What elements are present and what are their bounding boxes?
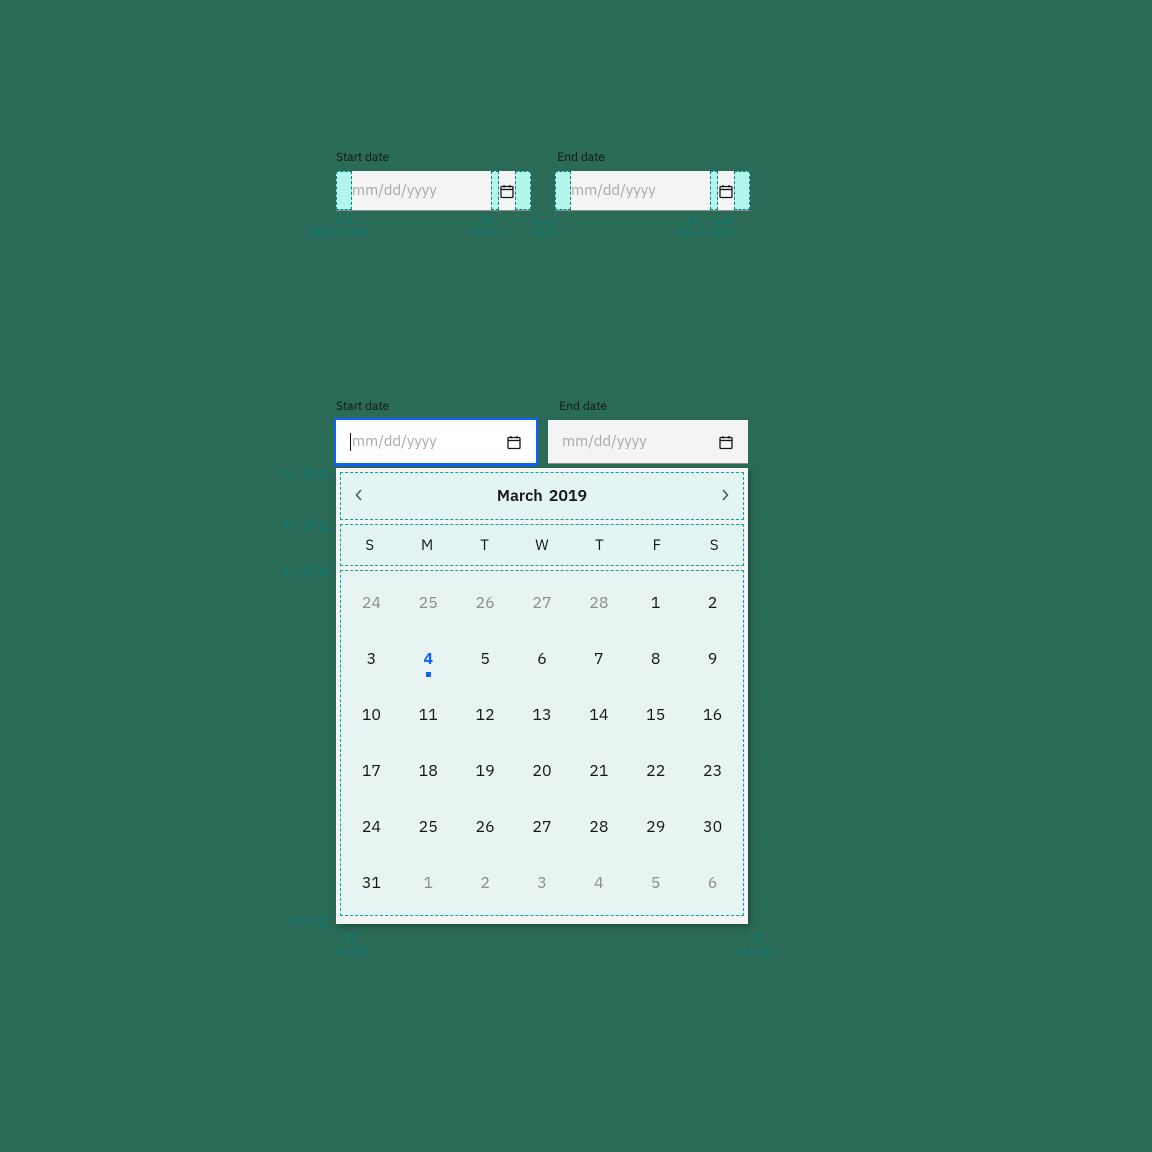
end-date-label: End date xyxy=(557,150,605,165)
calendar-day[interactable]: 6 xyxy=(514,631,571,687)
calendar-day[interactable]: 24 xyxy=(343,575,400,631)
calendar-day[interactable]: 15 xyxy=(627,687,684,743)
dimension-annotations: 16px/1rem 8/.5 16/1 8/.5 16/1 xyxy=(336,215,751,239)
start-date-input-spec: mm/dd/yyyy xyxy=(336,171,531,211)
calendar-day[interactable]: 11 xyxy=(400,687,457,743)
placeholder-text: mm/dd/yyyy xyxy=(352,432,506,451)
calendar-day[interactable]: 1 xyxy=(627,575,684,631)
padding-right-highlight xyxy=(734,171,750,210)
calendar-day[interactable]: 25 xyxy=(400,799,457,855)
padding-left-highlight xyxy=(336,171,352,210)
padding-right-highlight xyxy=(515,171,531,210)
measure-row-gap-1: 4/.25 xyxy=(283,467,336,481)
calendar-day[interactable]: 5 xyxy=(457,631,514,687)
calendar-header: March 2019 xyxy=(340,472,744,520)
weekday-label: M xyxy=(398,536,455,555)
month-label: March xyxy=(497,486,543,506)
weekday-label: W xyxy=(513,536,570,555)
start-date-input[interactable]: mm/dd/yyyy xyxy=(336,420,536,464)
calendar-day[interactable]: 27 xyxy=(514,799,571,855)
calendar-body-wrap: 2425262728123456789101112131415161718192… xyxy=(340,570,744,916)
calendar-day[interactable]: 19 xyxy=(457,743,514,799)
calendar-day[interactable]: 12 xyxy=(457,687,514,743)
calendar-day[interactable]: 26 xyxy=(457,575,514,631)
placeholder-text: mm/dd/yyyy xyxy=(571,181,710,200)
placeholder-text: mm/dd/yyyy xyxy=(562,432,718,451)
icon-gap-highlight xyxy=(710,171,718,210)
end-date-label: End date xyxy=(559,399,607,414)
calendar-icon xyxy=(718,183,734,199)
measure-bottom-pad: 8/.5 xyxy=(290,915,336,929)
dim-field-gap: 16/1 xyxy=(531,225,557,239)
next-month-button[interactable] xyxy=(711,480,739,512)
calendar-day[interactable]: 29 xyxy=(627,799,684,855)
calendar-day[interactable]: 25 xyxy=(400,575,457,631)
calendar-icon[interactable] xyxy=(718,434,734,450)
calendar-day[interactable]: 14 xyxy=(570,687,627,743)
calendar-day[interactable]: 16 xyxy=(684,687,741,743)
calendar-day[interactable]: 26 xyxy=(457,799,514,855)
placeholder-text: mm/dd/yyyy xyxy=(352,181,491,200)
calendar-day[interactable]: 9 xyxy=(684,631,741,687)
icon-gap-highlight xyxy=(491,171,499,210)
year-label: 2019 xyxy=(549,486,587,506)
end-date-input[interactable]: mm/dd/yyyy xyxy=(548,420,748,464)
measure-row-gap-2: 4/.25 xyxy=(283,519,336,533)
measure-side-pad-left: 4/.25 xyxy=(334,935,367,959)
calendar-day[interactable]: 18 xyxy=(400,743,457,799)
calendar-day[interactable]: 31 xyxy=(343,855,400,911)
weekday-label: F xyxy=(628,536,685,555)
calendar-day[interactable]: 27 xyxy=(514,575,571,631)
calendar-day[interactable]: 1 xyxy=(400,855,457,911)
weekday-label: T xyxy=(571,536,628,555)
padding-left-highlight xyxy=(555,171,571,210)
start-date-label: Start date xyxy=(336,399,389,414)
calendar-day[interactable]: 13 xyxy=(514,687,571,743)
calendar-day[interactable]: 3 xyxy=(514,855,571,911)
chevron-left-icon xyxy=(355,489,363,501)
calendar-panel: March2019 SMTWTFS 2425262728123456789101… xyxy=(336,468,748,924)
prev-month-button[interactable] xyxy=(345,480,373,512)
dim-padding-right: 16/1 xyxy=(709,225,735,239)
calendar-day[interactable]: 28 xyxy=(570,799,627,855)
calendar-day[interactable]: 17 xyxy=(343,743,400,799)
calendar-icon xyxy=(499,183,515,199)
measure-side-pad-right: 4/.25 xyxy=(740,935,773,959)
datepicker-spec-top: Start date End date mm/dd/yyyy mm/dd/yyy… xyxy=(336,150,751,239)
weekday-label: S xyxy=(341,536,398,555)
calendar-day[interactable]: 2 xyxy=(684,575,741,631)
calendar-day[interactable]: 7 xyxy=(570,631,627,687)
dim-icon-gap: 8/.5 xyxy=(473,225,499,239)
calendar-day[interactable]: 20 xyxy=(514,743,571,799)
weekday-label: T xyxy=(456,536,513,555)
calendar-day[interactable]: 24 xyxy=(343,799,400,855)
calendar-day[interactable]: 4 xyxy=(570,855,627,911)
calendar-icon[interactable] xyxy=(506,434,522,450)
calendar-weekdays: SMTWTFS xyxy=(340,524,744,566)
end-date-input-spec: mm/dd/yyyy xyxy=(555,171,750,211)
calendar-day[interactable]: 30 xyxy=(684,799,741,855)
weekday-label: S xyxy=(686,536,743,555)
datepicker-spec-calendar: Start date End date mm/dd/yyyy mm/dd/yyy… xyxy=(336,399,816,924)
calendar-title[interactable]: March 2019 xyxy=(497,486,587,506)
chevron-right-icon xyxy=(721,489,729,501)
calendar-day[interactable]: 6 xyxy=(684,855,741,911)
calendar-grid: 2425262728123456789101112131415161718192… xyxy=(343,575,741,911)
text-cursor xyxy=(350,433,351,451)
calendar-day[interactable]: 22 xyxy=(627,743,684,799)
calendar-day[interactable]: 5 xyxy=(627,855,684,911)
dim-icon-gap2: 8/.5 xyxy=(679,225,705,239)
calendar-day[interactable]: 21 xyxy=(570,743,627,799)
calendar-day[interactable]: 2 xyxy=(457,855,514,911)
measure-row-gap-3: 4/.25 xyxy=(283,565,336,579)
calendar-day[interactable]: 23 xyxy=(684,743,741,799)
start-date-label: Start date xyxy=(336,150,389,165)
calendar-day[interactable]: 3 xyxy=(343,631,400,687)
calendar-day[interactable]: 8 xyxy=(627,631,684,687)
dim-padding-left: 16px/1rem xyxy=(305,225,364,239)
calendar-day[interactable]: 28 xyxy=(570,575,627,631)
calendar-day[interactable]: 10 xyxy=(343,687,400,743)
calendar-day[interactable]: 4 xyxy=(400,631,457,687)
